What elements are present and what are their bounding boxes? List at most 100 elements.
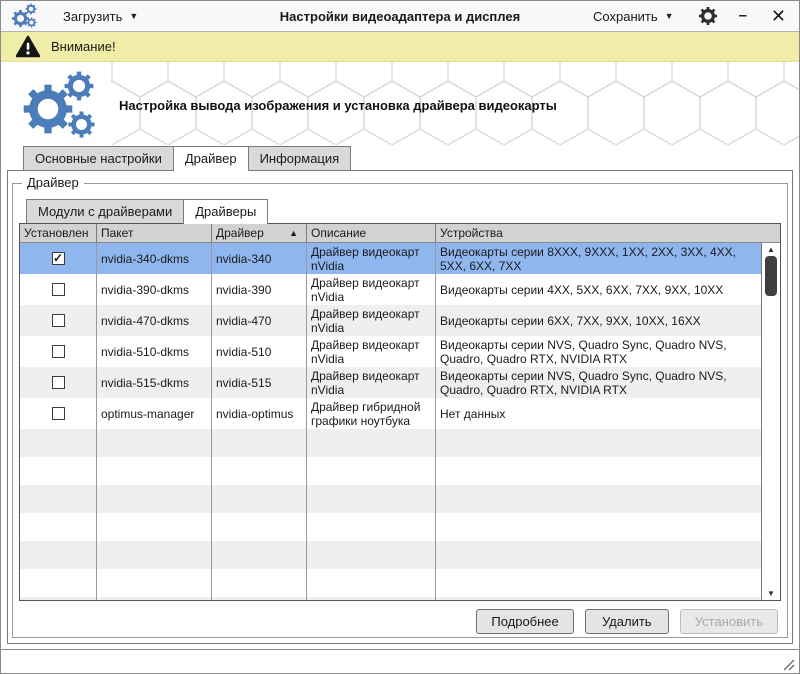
tab-main-settings[interactable]: Основные настройки [23, 146, 174, 170]
description-cell: Драйвер видеокарт nVidia [307, 305, 436, 336]
table-row-empty [20, 485, 761, 513]
description-cell: Драйвер видеокарт nVidia [307, 243, 436, 274]
empty-cell [307, 457, 436, 485]
load-menu-label: Загрузить [63, 9, 122, 24]
column-header-driver-label: Драйвер [216, 226, 264, 240]
empty-cell [20, 597, 97, 600]
column-header-driver[interactable]: Драйвер ▲ [212, 224, 307, 242]
empty-cell [212, 513, 307, 541]
table-row[interactable]: nvidia-510-dkmsnvidia-510Драйвер видеока… [20, 336, 761, 367]
devices-cell: Видеокарты серии 8XXX, 9XXX, 1XX, 2XX, 3… [436, 243, 761, 274]
group-box-label: Драйвер [22, 175, 84, 190]
action-button-row: Подробнее Удалить Установить [18, 601, 782, 634]
table-row[interactable]: optimus-managernvidia-optimusДрайвер гиб… [20, 398, 761, 429]
empty-cell [436, 569, 761, 597]
column-header-installed[interactable]: Установлен [20, 224, 97, 242]
chevron-down-icon: ▼ [665, 11, 674, 21]
checkbox-unchecked[interactable] [52, 283, 65, 296]
chevron-down-icon: ▼ [129, 11, 138, 21]
table-row[interactable]: nvidia-470-dkmsnvidia-470Драйвер видеока… [20, 305, 761, 336]
empty-cell [212, 485, 307, 513]
scrollbar-thumb[interactable] [765, 256, 777, 296]
warning-banner: Внимание! [1, 32, 799, 62]
checkbox-checked[interactable]: ✓ [52, 252, 65, 265]
empty-cell [97, 597, 212, 600]
description-cell: Драйвер видеокарт nVidia [307, 336, 436, 367]
empty-cell [212, 457, 307, 485]
column-header-devices[interactable]: Устройства [436, 224, 780, 242]
package-cell: nvidia-510-dkms [97, 336, 212, 367]
driver-group-box: Драйвер Модули с драйверами Драйверы Уст… [12, 183, 788, 638]
installed-cell [20, 398, 97, 429]
save-menu-button[interactable]: Сохранить ▼ [587, 6, 680, 27]
empty-cell [97, 541, 212, 569]
column-header-description[interactable]: Описание [307, 224, 436, 242]
empty-cell [436, 513, 761, 541]
empty-cell [97, 569, 212, 597]
scroll-up-icon[interactable]: ▲ [762, 245, 780, 254]
empty-cell [307, 513, 436, 541]
empty-cell [307, 429, 436, 457]
table-header-row: Установлен Пакет Драйвер ▲ Описание Устр… [20, 224, 780, 243]
checkbox-unchecked[interactable] [52, 314, 65, 327]
settings-gear-icon[interactable] [698, 6, 718, 26]
table-row-empty [20, 569, 761, 597]
empty-cell [212, 569, 307, 597]
empty-cell [307, 485, 436, 513]
empty-cell [307, 541, 436, 569]
devices-cell: Видеокарты серии 6XX, 7XX, 9XX, 10XX, 16… [436, 305, 761, 336]
table-row-empty [20, 597, 761, 600]
checkbox-unchecked[interactable] [52, 407, 65, 420]
table-row-empty [20, 457, 761, 485]
empty-cell [20, 429, 97, 457]
column-header-package[interactable]: Пакет [97, 224, 212, 242]
tab-driver-modules[interactable]: Модули с драйверами [26, 199, 184, 223]
empty-cell [307, 569, 436, 597]
installed-cell [20, 305, 97, 336]
table-body: ✓nvidia-340-dkmsnvidia-340Драйвер видеок… [20, 243, 780, 600]
checkbox-unchecked[interactable] [52, 345, 65, 358]
empty-cell [20, 569, 97, 597]
devices-cell: Видеокарты серии NVS, Quadro Sync, Quadr… [436, 336, 761, 367]
load-menu-button[interactable]: Загрузить ▼ [57, 6, 144, 27]
table-row[interactable]: ✓ nvidia-340-dkmsnvidia-340Драйвер видеок… [20, 243, 761, 274]
table-row[interactable]: nvidia-390-dkmsnvidia-390Драйвер видеока… [20, 274, 761, 305]
save-menu-label: Сохранить [593, 9, 658, 24]
drivers-table: Установлен Пакет Драйвер ▲ Описание Устр… [19, 223, 781, 601]
package-cell: nvidia-515-dkms [97, 367, 212, 398]
details-button[interactable]: Подробнее [476, 609, 573, 634]
empty-cell [212, 429, 307, 457]
checkbox-unchecked[interactable] [52, 376, 65, 389]
installed-cell [20, 367, 97, 398]
package-cell: nvidia-340-dkms [97, 243, 212, 274]
driver-cell: nvidia-340 [212, 243, 307, 274]
minimize-button[interactable]: – [736, 11, 750, 21]
empty-cell [97, 457, 212, 485]
empty-cell [212, 541, 307, 569]
empty-cell [436, 485, 761, 513]
table-row[interactable]: nvidia-515-dkmsnvidia-515Драйвер видеока… [20, 367, 761, 398]
status-bar [1, 649, 799, 673]
tab-drivers[interactable]: Драйверы [183, 199, 268, 224]
hero-header: Настройка вывода изображения и установка… [1, 62, 799, 145]
empty-cell [436, 541, 761, 569]
description-cell: Драйвер гибридной графики ноутбука [307, 398, 436, 429]
close-button[interactable]: ✕ [768, 9, 789, 23]
tab-information[interactable]: Информация [248, 146, 352, 170]
tab-driver[interactable]: Драйвер [173, 146, 249, 171]
scroll-down-icon[interactable]: ▼ [762, 589, 780, 598]
page-title: Настройка вывода изображения и установка… [119, 98, 557, 113]
empty-cell [97, 485, 212, 513]
install-button: Установить [680, 609, 778, 634]
driver-cell: nvidia-optimus [212, 398, 307, 429]
remove-button[interactable]: Удалить [585, 609, 669, 634]
app-window: Загрузить ▼ Настройки видеоадаптера и ди… [0, 0, 800, 674]
warning-text: Внимание! [51, 39, 116, 54]
empty-cell [436, 597, 761, 600]
vertical-scrollbar[interactable]: ▲ ▼ [761, 243, 780, 600]
resize-grip[interactable] [782, 658, 795, 671]
gears-logo-icon [21, 70, 113, 140]
package-cell: nvidia-390-dkms [97, 274, 212, 305]
installed-cell [20, 274, 97, 305]
empty-cell [212, 597, 307, 600]
